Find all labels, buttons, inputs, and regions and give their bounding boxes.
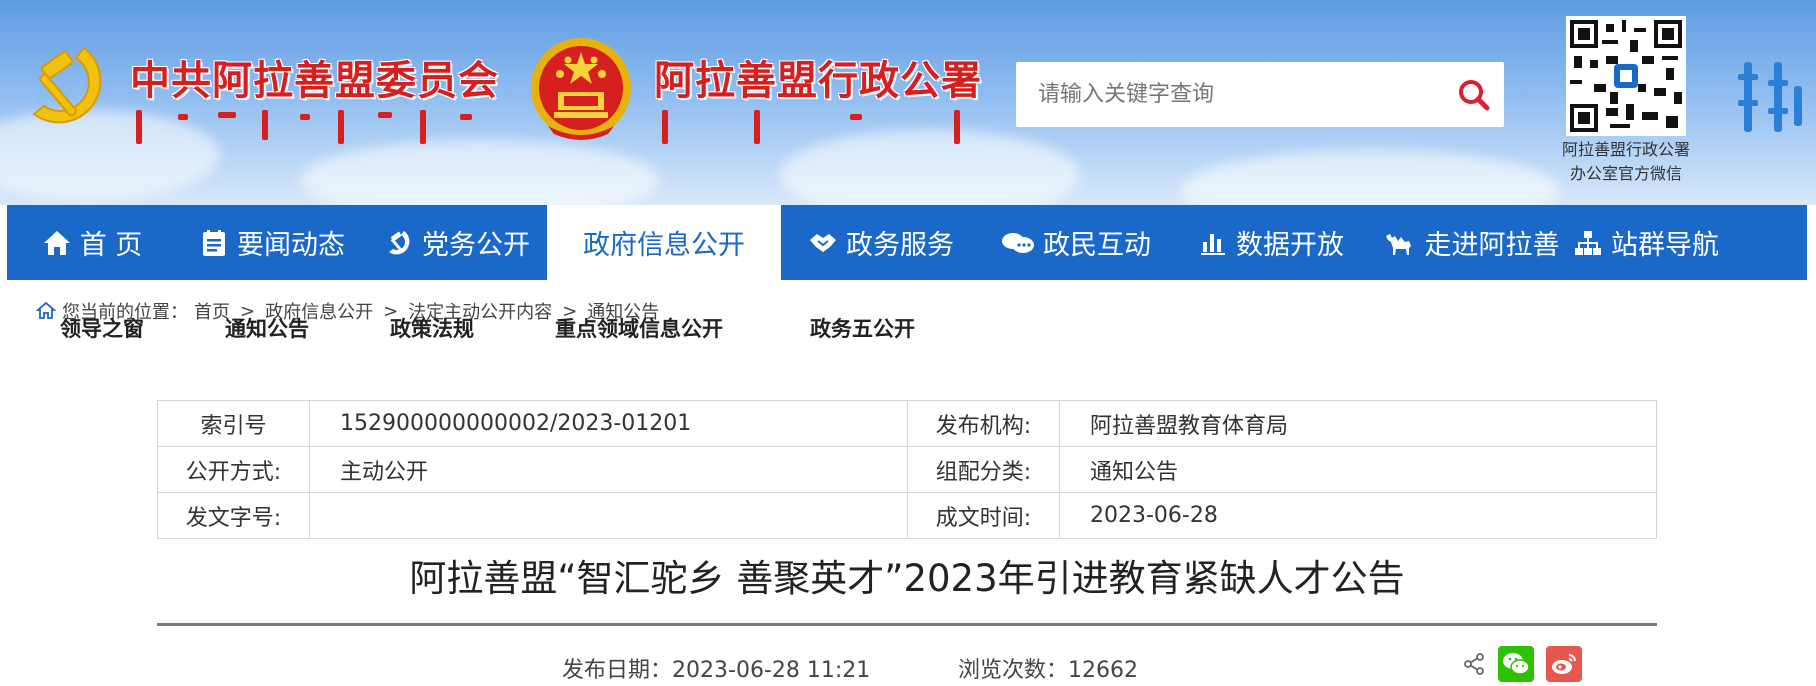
view-count-label: 浏览次数：	[958, 658, 1069, 683]
subnav-item-policies[interactable]: 政策法规	[390, 313, 474, 343]
sub-nav: 领导之窗 通知公告 政策法规 重点领域信息公开 政务五公开	[0, 313, 1000, 349]
nav-item-open-data[interactable]: 数据开放	[1171, 205, 1371, 280]
nav-item-site-navigation[interactable]: 站群导航	[1571, 205, 1721, 280]
nav-item-home[interactable]: 首 页	[7, 205, 177, 280]
index-value: 152900000000002/2023-01201	[309, 400, 908, 447]
search-input[interactable]	[1016, 62, 1444, 127]
main-nav: 首 页 要闻动态 党务公开 政府信息公开 政务服务 政民互动 数据开放 走进阿拉…	[7, 205, 1807, 280]
home-icon	[43, 230, 70, 255]
category-value: 通知公告	[1059, 446, 1657, 493]
site-header: 中共阿拉善盟委员会 阿拉善盟行政公署 请输入关键字查询 阿拉善盟行政公署 办公室…	[0, 0, 1816, 205]
party-committee-title: 中共阿拉善盟委员会	[130, 58, 499, 104]
publish-date-label: 发布日期：	[562, 658, 673, 683]
share-bar	[1462, 646, 1582, 682]
subnav-item-notices[interactable]: 通知公告	[225, 313, 309, 343]
nav-item-label: 党务公开	[422, 230, 530, 261]
publish-date: 发布日期：2023-06-28 11:21	[562, 652, 870, 684]
subnav-item-key-areas[interactable]: 重点领域信息公开	[555, 313, 723, 343]
nav-item-gov-services[interactable]: 政务服务	[781, 205, 981, 280]
handshake-icon	[810, 233, 836, 252]
org-value: 阿拉善盟教育体育局	[1059, 400, 1657, 447]
nav-item-about-alxa[interactable]: 走进阿拉善	[1371, 205, 1571, 280]
subnav-item-five-disclosures[interactable]: 政务五公开	[810, 313, 915, 343]
index-label: 索引号	[157, 400, 310, 447]
cloud-decoration	[1180, 150, 1560, 205]
nav-item-label: 政府信息公开	[583, 230, 745, 261]
nav-item-public-interaction[interactable]: 政民互动	[981, 205, 1171, 280]
camel-icon	[1385, 233, 1411, 255]
nav-item-party-affairs[interactable]: 党务公开	[367, 205, 547, 280]
share-wechat-button[interactable]	[1498, 646, 1534, 682]
mongolian-script-link-icon[interactable]	[1734, 56, 1808, 136]
qr-caption-line: 阿拉善盟行政公署	[1561, 140, 1690, 159]
nav-item-label: 政民互动	[1043, 230, 1151, 261]
search-icon	[1459, 79, 1490, 110]
share-icon[interactable]	[1462, 652, 1486, 676]
docno-value	[309, 492, 908, 539]
nav-item-label: 数据开放	[1236, 230, 1344, 261]
sitemap-icon	[1575, 230, 1601, 255]
nav-item-news[interactable]: 要闻动态	[177, 205, 367, 280]
table-row: 公开方式: 主动公开 组配分类: 通知公告	[157, 446, 1657, 493]
title-divider	[157, 623, 1657, 626]
method-value: 主动公开	[309, 446, 908, 493]
nav-item-label: 要闻动态	[237, 230, 345, 261]
weibo-icon	[1552, 654, 1576, 674]
method-label: 公开方式:	[157, 446, 310, 493]
category-label: 组配分类:	[907, 446, 1060, 493]
cloud-decoration	[300, 140, 660, 205]
nav-item-gov-info-disclosure[interactable]: 政府信息公开	[547, 205, 781, 280]
news-icon	[203, 229, 225, 256]
subnav-item-leaders[interactable]: 领导之窗	[60, 313, 144, 343]
nav-item-label: 首 页	[79, 230, 143, 261]
search-bar	[1016, 62, 1504, 127]
party-icon	[389, 230, 410, 254]
document-meta-table: 索引号 152900000000002/2023-01201 发布机构: 阿拉善…	[157, 400, 1657, 539]
qr-caption: 阿拉善盟行政公署 办公室官方微信	[1540, 138, 1712, 186]
wechat-qr-code	[1566, 16, 1686, 136]
date-value: 2023-06-28	[1059, 492, 1657, 539]
nav-item-label: 站群导航	[1611, 230, 1719, 261]
national-emblem-icon	[531, 38, 631, 140]
view-count: 浏览次数：12662	[958, 652, 1138, 684]
table-row: 发文字号: 成文时间: 2023-06-28	[157, 492, 1657, 539]
article-title: 阿拉善盟“智汇驼乡 善聚英才”2023年引进教育紧缺人才公告	[409, 557, 1405, 600]
wechat-icon	[1503, 653, 1530, 675]
nav-item-label: 走进阿拉善	[1424, 230, 1560, 261]
mongolian-script-decoration	[136, 110, 472, 144]
mongolian-script-decoration	[662, 110, 960, 144]
chat-icon	[1002, 232, 1034, 253]
docno-label: 发文字号:	[157, 492, 310, 539]
view-count-value: 12662	[1068, 658, 1139, 683]
publish-date-value: 2023-06-28 11:21	[672, 658, 871, 683]
share-weibo-button[interactable]	[1546, 646, 1582, 682]
nav-item-label: 政务服务	[846, 230, 954, 261]
table-row: 索引号 152900000000002/2023-01201 发布机构: 阿拉善…	[157, 400, 1657, 447]
bar-chart-icon	[1201, 233, 1225, 255]
date-label: 成文时间:	[907, 492, 1060, 539]
administration-office-title: 阿拉善盟行政公署	[654, 58, 982, 104]
qr-caption-line: 办公室官方微信	[1569, 164, 1682, 183]
search-button[interactable]	[1444, 62, 1504, 127]
org-label: 发布机构:	[907, 400, 1060, 447]
party-emblem-icon	[32, 46, 102, 124]
